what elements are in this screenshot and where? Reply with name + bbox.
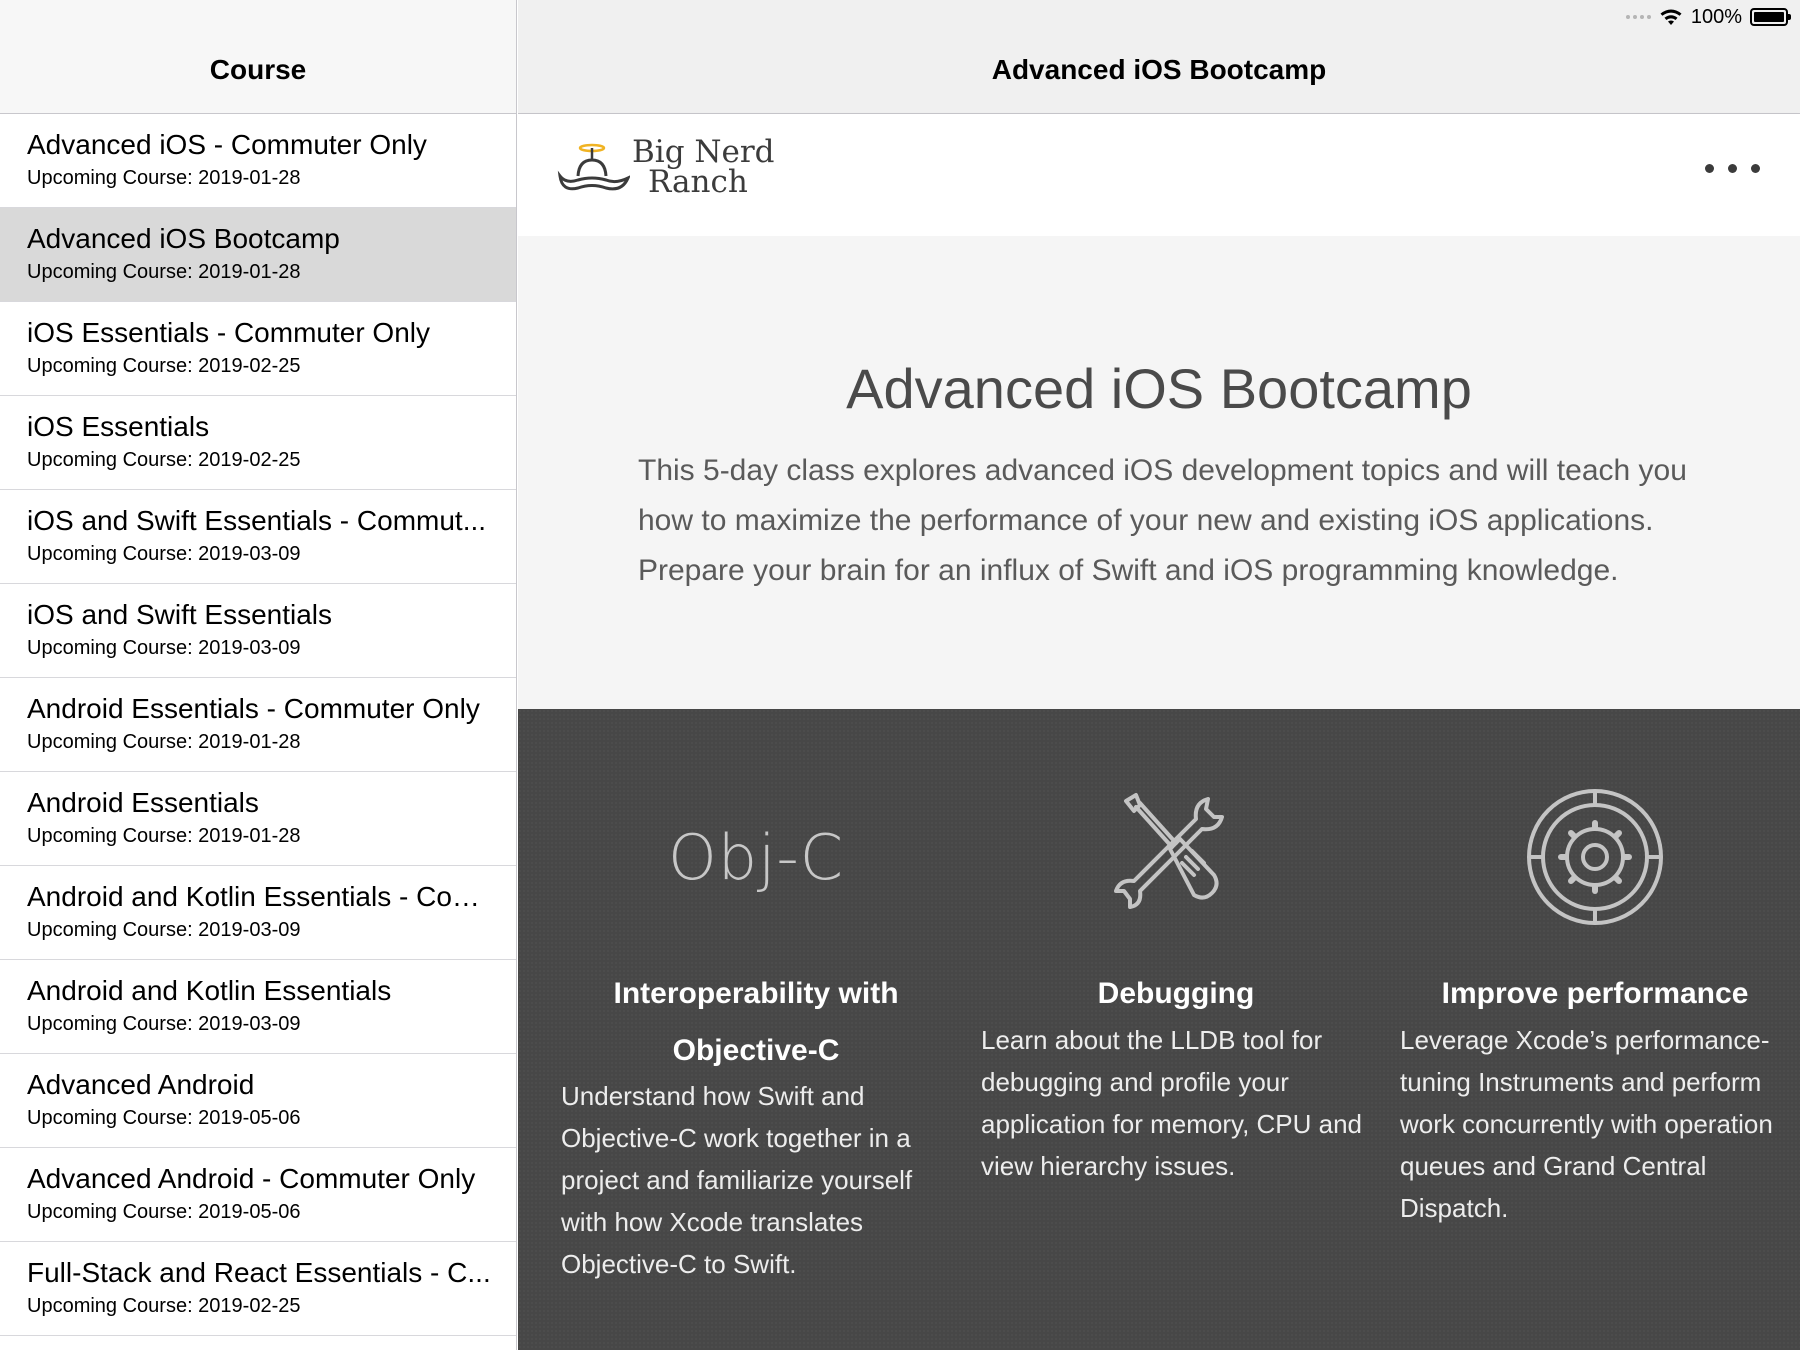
course-name: iOS and Swift Essentials - Commut... — [27, 505, 487, 536]
wrench-screwdriver-icon — [1114, 793, 1224, 909]
course-date: Upcoming Course: 2019-03-09 — [27, 543, 301, 565]
feature-description: Learn about the LLDB tool for debugging … — [981, 1025, 1363, 1181]
feature-description: Understand how Swift and Objective-C wor… — [561, 1081, 913, 1279]
gauge-gear-icon — [1527, 789, 1663, 925]
course-list-pane: Course Advanced iOS - Commuter Only Upcom… — [0, 0, 517, 1350]
features-section: Obj-C Interoperability with Objective-C … — [518, 709, 1800, 1350]
course-list-item[interactable]: Advanced Android Upcoming Course: 2019-05… — [0, 1054, 516, 1148]
master-nav-bar: Course — [0, 0, 516, 114]
status-bar: 100% — [1625, 4, 1791, 30]
feature-title: Debugging — [1097, 977, 1255, 1010]
feature-title: Improve performance — [1441, 977, 1749, 1010]
course-date: Upcoming Course: 2019-03-09 — [27, 919, 301, 941]
course-list-item[interactable]: Android and Kotlin Essentials Upcoming Co… — [0, 960, 516, 1054]
course-date: Upcoming Course: 2019-02-25 — [27, 355, 301, 377]
course-list-item[interactable]: Android and Kotlin Essentials - Com... Up… — [0, 866, 516, 960]
course-list-item[interactable]: iOS Essentials - Commuter Only Upcoming C… — [0, 302, 516, 396]
brand-bar: Big Nerd Ranch — [518, 114, 1800, 236]
feature-description: Leverage Xcode’s performance-tuning Inst… — [1400, 1025, 1773, 1223]
course-detail-pane: 100% Advanced iOS Bootcamp Big Nerd Ranc… — [518, 0, 1800, 1350]
course-list: Advanced iOS - Commuter Only Upcoming Cou… — [0, 114, 516, 1336]
cowboy-hat-propeller-icon — [557, 143, 630, 191]
course-date: Upcoming Course: 2019-01-28 — [27, 261, 301, 283]
brand-name: Big Nerd Ranch — [632, 137, 775, 200]
detail-nav-title: Advanced iOS Bootcamp — [991, 54, 1327, 85]
course-list-item[interactable]: iOS and Swift Essentials Upcoming Course:… — [0, 584, 516, 678]
course-date: Upcoming Course: 2019-01-28 — [27, 825, 301, 847]
course-name: iOS Essentials - Commuter Only — [27, 317, 430, 348]
more-options-button[interactable] — [1705, 164, 1760, 173]
signal-dots-icon — [1625, 15, 1651, 19]
objc-icon: Obj-C — [561, 787, 951, 927]
course-name: Android and Kotlin Essentials — [27, 975, 392, 1006]
course-date: Upcoming Course: 2019-05-06 — [27, 1107, 301, 1129]
course-date: Upcoming Course: 2019-03-09 — [27, 1013, 301, 1035]
course-heading: Advanced iOS Bootcamp — [846, 357, 1472, 420]
detail-nav-bar: 100% Advanced iOS Bootcamp — [518, 0, 1800, 114]
brand-name-line2: Ranch — [648, 164, 748, 200]
app: Course Advanced iOS - Commuter Only Upcom… — [0, 0, 1800, 1350]
course-name: Advanced iOS Bootcamp — [27, 223, 340, 254]
course-list-item[interactable]: iOS Essentials Upcoming Course: 2019-02-2… — [0, 396, 516, 490]
course-date: Upcoming Course: 2019-03-09 — [27, 637, 301, 659]
course-name: Advanced iOS - Commuter Only — [27, 129, 427, 160]
course-name: Android Essentials — [27, 787, 259, 818]
course-date: Upcoming Course: 2019-02-25 — [27, 1295, 301, 1317]
course-list-item[interactable]: Advanced Android - Commuter Only Upcoming… — [0, 1148, 516, 1242]
course-description: This 5-day class explores advanced iOS d… — [638, 454, 1687, 587]
course-list-item[interactable]: Advanced iOS - Commuter Only Upcoming Cou… — [0, 114, 516, 208]
course-name: Full-Stack and React Essentials - C... — [27, 1257, 491, 1288]
course-list-item[interactable]: Android Essentials Upcoming Course: 2019-… — [0, 772, 516, 866]
course-list-item[interactable]: Full-Stack and React Essentials - C... Up… — [0, 1242, 516, 1336]
course-name: iOS and Swift Essentials — [27, 599, 333, 630]
course-name: Android Essentials - Commuter Only — [27, 693, 480, 724]
course-date: Upcoming Course: 2019-05-06 — [27, 1201, 301, 1223]
course-list-item[interactable]: Advanced iOS Bootcamp Upcoming Course: 20… — [0, 208, 516, 302]
master-title: Course — [209, 54, 307, 85]
course-name: iOS Essentials — [27, 411, 210, 442]
battery-icon — [1750, 8, 1791, 26]
big-nerd-ranch-logo[interactable]: Big Nerd Ranch — [556, 136, 775, 198]
course-name: Android and Kotlin Essentials - Com... — [27, 881, 494, 912]
ellipsis-icon — [1705, 164, 1714, 173]
course-name: Advanced Android - Commuter Only — [27, 1163, 476, 1194]
course-intro: Advanced iOS Bootcamp This 5-day class e… — [518, 236, 1800, 709]
objc-icon-label: Obj-C — [667, 820, 845, 894]
wifi-icon — [1660, 9, 1682, 25]
course-list-item[interactable]: iOS and Swift Essentials - Commut... Upco… — [0, 490, 516, 584]
course-date: Upcoming Course: 2019-02-25 — [27, 449, 301, 471]
course-date: Upcoming Course: 2019-01-28 — [27, 167, 301, 189]
battery-percent: 100% — [1690, 5, 1742, 28]
course-date: Upcoming Course: 2019-01-28 — [27, 731, 301, 753]
feature-title-line1: Interoperability with — [613, 977, 899, 1010]
feature-title: Interoperability with Objective-C — [561, 965, 951, 1079]
feature-title-line2: Objective-C — [672, 1034, 840, 1067]
course-list-item[interactable]: Android Essentials - Commuter Only Upcomi… — [0, 678, 516, 772]
course-name: Advanced Android — [27, 1069, 255, 1100]
